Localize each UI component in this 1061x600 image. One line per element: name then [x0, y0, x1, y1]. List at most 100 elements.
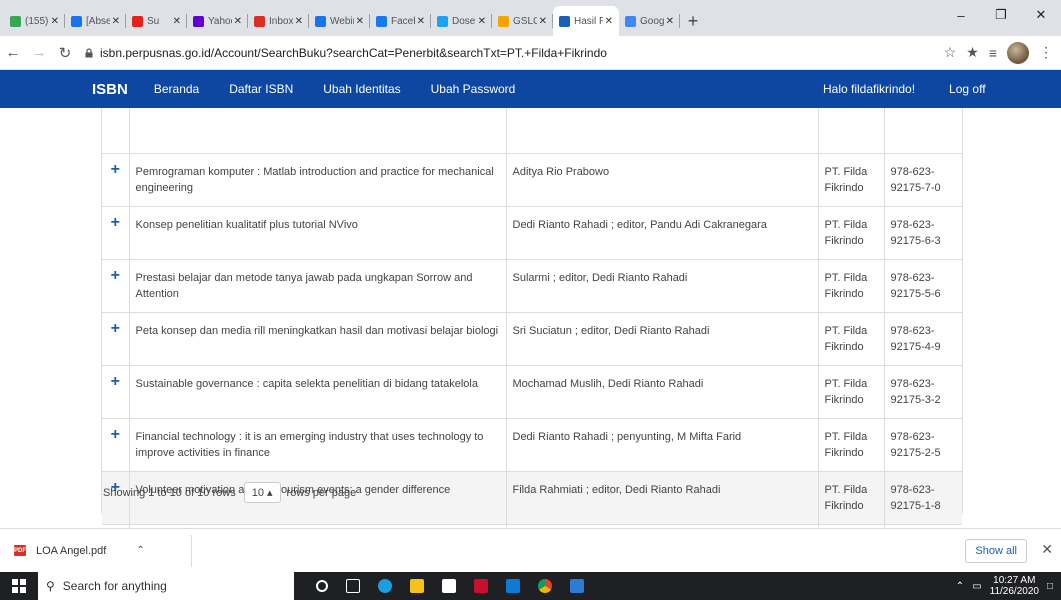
nav-link-daftar-isbn[interactable]: Daftar ISBN: [229, 82, 293, 96]
book-publisher: PT. Filda Fikrindo: [818, 471, 885, 525]
minimize-icon[interactable]: –: [941, 0, 981, 30]
lock-icon: [85, 47, 93, 57]
expand-row-icon[interactable]: +: [102, 153, 130, 207]
tab-label: Yahoo: [208, 15, 232, 27]
forward-icon[interactable]: →: [26, 44, 52, 61]
book-isbn: 978-623-92175-1-8: [884, 471, 962, 525]
bookmark-star-icon[interactable]: ☆: [944, 44, 957, 61]
reading-list-icon[interactable]: ≡: [989, 45, 997, 61]
address-bar-row: ← → ↻ isbn.perpusnas.go.id/Account/Searc…: [0, 36, 1061, 70]
tab-close-icon[interactable]: ✕: [417, 16, 425, 27]
expand-row-icon[interactable]: +: [102, 418, 130, 472]
tab-close-icon[interactable]: ✕: [539, 16, 547, 27]
mail-icon[interactable]: [506, 579, 520, 593]
task-view-icon[interactable]: [346, 579, 360, 593]
browser-tab[interactable]: Google✕: [619, 6, 680, 36]
clock-date: 11/26/2020: [989, 586, 1039, 597]
results-table-container: + Pemrograman komputer : Matlab introduct…: [101, 108, 963, 578]
battery-icon[interactable]: ▭: [972, 581, 981, 592]
clock[interactable]: 10:27 AM 11/26/2020: [990, 575, 1039, 597]
close-window-icon[interactable]: ✕: [1021, 0, 1061, 30]
notes-app-icon[interactable]: [570, 579, 584, 593]
profile-avatar[interactable]: [1007, 41, 1029, 64]
book-author: Sularmi ; editor, Dedi Rianto Rahadi: [506, 259, 819, 313]
tab-close-icon[interactable]: ✕: [478, 16, 486, 27]
tab-favicon-icon: [132, 15, 143, 27]
tab-favicon-icon: [437, 15, 448, 27]
tab-close-icon[interactable]: ✕: [356, 16, 364, 27]
url-field[interactable]: isbn.perpusnas.go.id/Account/SearchBuku?…: [84, 40, 944, 66]
nav-link-ubah-identitas[interactable]: Ubah Identitas: [323, 82, 400, 96]
back-icon[interactable]: ←: [0, 44, 26, 61]
url-text: isbn.perpusnas.go.id/Account/SearchBuku?…: [100, 45, 607, 60]
menu-icon[interactable]: ⋮: [1039, 44, 1053, 61]
chevron-up-icon[interactable]: ⌃: [136, 545, 144, 556]
browser-tab[interactable]: GSLC L✕: [492, 6, 553, 36]
user-greeting[interactable]: Halo fildafikrindo!: [823, 82, 915, 96]
expand-row-icon[interactable]: +: [102, 259, 130, 313]
cortana-icon[interactable]: [316, 580, 328, 592]
expand-row-icon[interactable]: +: [102, 206, 130, 260]
book-publisher: PT. Filda Fikrindo: [818, 418, 885, 472]
browser-tab[interactable]: Dosen✕: [431, 6, 492, 36]
brand-logo[interactable]: ISBN: [92, 81, 128, 98]
close-icon[interactable]: ✕: [1041, 541, 1053, 558]
table-row: + Sustainable governance : capita selekta…: [102, 365, 962, 419]
book-publisher: PT. Filda Fikrindo: [818, 259, 885, 313]
expand-row-icon[interactable]: +: [102, 312, 130, 366]
tab-close-icon[interactable]: ✕: [173, 16, 181, 27]
windows-start-icon[interactable]: [0, 579, 38, 593]
logoff-link[interactable]: Log off: [949, 82, 985, 96]
results-table: + Pemrograman komputer : Matlab introduct…: [102, 108, 962, 578]
book-isbn: 978-623-92175-3-2: [884, 365, 962, 419]
tab-label: Dosen: [452, 15, 476, 27]
browser-tab[interactable]: [Absen✕: [65, 6, 126, 36]
browser-tab[interactable]: Facebo✕: [370, 6, 431, 36]
mcafee-icon[interactable]: [474, 579, 488, 593]
tab-close-icon[interactable]: ✕: [234, 16, 242, 27]
pdf-icon: PDF: [14, 545, 26, 556]
tab-close-icon[interactable]: ✕: [295, 16, 303, 27]
file-explorer-icon[interactable]: [410, 579, 424, 593]
show-all-button[interactable]: Show all: [965, 539, 1027, 563]
tab-close-icon[interactable]: ✕: [112, 16, 120, 27]
tab-close-icon[interactable]: ✕: [605, 16, 613, 27]
nav-link-beranda[interactable]: Beranda: [154, 82, 199, 96]
nav-link-ubah-password[interactable]: Ubah Password: [431, 82, 516, 96]
table-row: + Financial technology : it is an emergin…: [102, 418, 962, 472]
book-isbn: 978-623-92175-6-3: [884, 206, 962, 260]
tab-favicon-icon: [254, 15, 265, 27]
restore-icon[interactable]: ❐: [981, 0, 1021, 30]
tab-label: Hasil P: [574, 15, 603, 27]
book-publisher: PT. Filda Fikrindo: [818, 206, 885, 260]
browser-tab[interactable]: (155) W✕: [4, 6, 65, 36]
new-tab-button[interactable]: +: [680, 6, 706, 36]
taskbar-search[interactable]: ⚲ Search for anything: [38, 572, 294, 600]
tab-favicon-icon: [315, 15, 326, 27]
reload-icon[interactable]: ↻: [52, 44, 78, 62]
download-item[interactable]: PDF LOA Angel.pdf ⌃: [14, 534, 192, 567]
page-size-select[interactable]: 10 ▴: [243, 482, 281, 503]
browser-tab[interactable]: Yahoo✕: [187, 6, 248, 36]
book-title: Pemrograman komputer : Matlab introducti…: [129, 153, 507, 207]
notifications-icon[interactable]: □: [1047, 581, 1053, 592]
extension-icon[interactable]: ★: [966, 44, 979, 61]
browser-tab[interactable]: Inbox ✕: [248, 6, 309, 36]
expand-row-icon[interactable]: +: [102, 365, 130, 419]
edge-icon[interactable]: [378, 579, 392, 593]
tab-label: Su: [147, 15, 160, 27]
tab-close-icon[interactable]: ✕: [51, 16, 59, 27]
browser-tab[interactable]: Su ✕: [126, 6, 187, 36]
book-title: Peta konsep dan media rill meningkatkan …: [129, 312, 507, 366]
tab-label: GSLC L: [513, 15, 537, 27]
browser-tab[interactable]: Webina✕: [309, 6, 370, 36]
tray-chevron-icon[interactable]: ⌃: [956, 581, 964, 592]
store-icon[interactable]: [442, 579, 456, 593]
tab-close-icon[interactable]: ✕: [666, 16, 674, 27]
browser-tab[interactable]: Hasil P ✕: [553, 6, 619, 36]
window-controls: – ❐ ✕: [941, 0, 1061, 30]
book-title: Prestasi belajar dan metode tanya jawab …: [129, 259, 507, 313]
tab-label: Facebo: [391, 15, 415, 27]
browser-tab-strip: (155) W✕[Absen✕Su✕Yahoo✕Inbox✕Webina✕Fac…: [0, 0, 1061, 36]
chrome-icon[interactable]: [538, 579, 552, 593]
